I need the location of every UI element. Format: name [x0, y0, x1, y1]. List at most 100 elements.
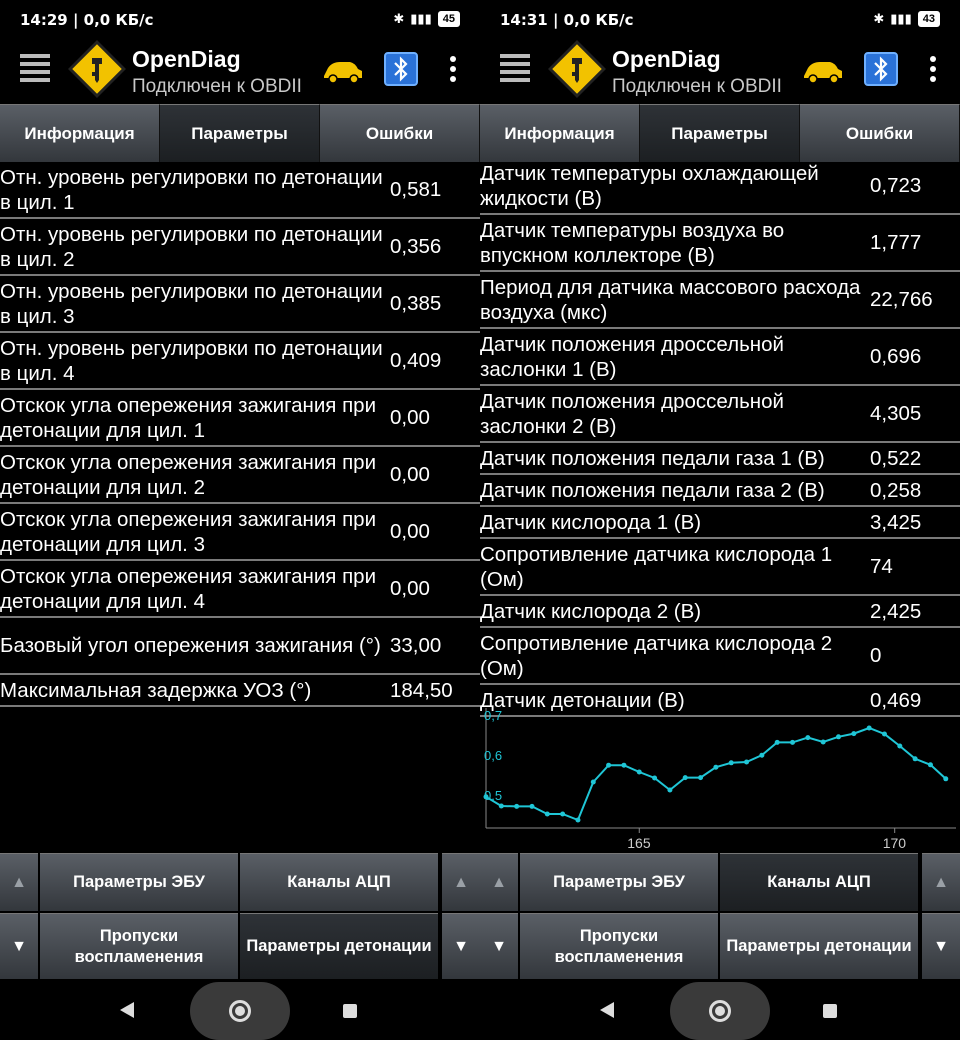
parameter-value: 33,00	[390, 634, 442, 657]
x-tick-label: 170	[883, 835, 907, 851]
connection-status: Подключен к OBDII	[612, 76, 782, 97]
parameter-list: Отн. уровень регулировки по детонации в …	[0, 162, 480, 707]
recent-apps-icon[interactable]	[343, 1004, 357, 1018]
parameter-value: 1,777	[870, 231, 922, 254]
data-point	[790, 739, 796, 745]
parameter-row[interactable]: Датчик положения дроссельной заслонки 1 …	[480, 329, 960, 386]
tab-info[interactable]: Информация	[480, 104, 640, 162]
parameter-value: 0,581	[390, 178, 442, 201]
parameter-row[interactable]: Отскок угла опережения зажигания при дет…	[0, 390, 480, 447]
hamburger-menu-icon[interactable]	[500, 54, 530, 84]
connection-status: Подключен к OBDII	[132, 76, 302, 97]
data-point	[560, 811, 566, 817]
more-options-icon[interactable]	[448, 56, 458, 84]
parameter-list: Датчик температуры охлаждающей жидкости …	[480, 158, 960, 717]
parameter-value: 0,409	[390, 349, 442, 372]
scroll-down-arrow-icon[interactable]: ▼	[0, 913, 38, 979]
home-button[interactable]	[190, 982, 290, 1040]
parameter-row[interactable]: Отн. уровень регулировки по детонации в …	[0, 333, 480, 390]
car-icon[interactable]	[802, 58, 844, 84]
knock-sensor-chart: 0,50,60,7165 170	[483, 708, 956, 851]
opendiag-logo-icon	[548, 40, 606, 98]
bluetooth-icon[interactable]	[864, 52, 898, 86]
parameter-row[interactable]: Датчик температуры воздуха во впускном к…	[480, 215, 960, 272]
adc-channels-button[interactable]: Каналы АЦП	[240, 853, 438, 911]
home-button[interactable]	[670, 982, 770, 1040]
tab-errors[interactable]: Ошибки	[800, 104, 960, 162]
status-time: 14:29 | 0,0 КБ/с	[20, 11, 154, 29]
recent-apps-icon[interactable]	[823, 1004, 837, 1018]
scroll-up-arrow-icon[interactable]: ▲	[922, 853, 960, 911]
data-point	[774, 739, 780, 745]
scroll-up-arrow-icon[interactable]: ▲	[480, 853, 518, 911]
hamburger-menu-icon[interactable]	[20, 54, 50, 84]
adc-channels-button[interactable]: Каналы АЦП	[720, 853, 918, 911]
data-point	[544, 811, 550, 817]
parameter-value: 74	[870, 555, 893, 578]
parameter-name: Датчик температуры охлаждающей жидкости …	[480, 161, 819, 210]
parameter-row[interactable]: Максимальная задержка УОЗ (°) 184,50	[0, 675, 480, 707]
data-point	[866, 725, 872, 731]
misfires-button[interactable]: Пропуски воспламенения	[40, 913, 238, 979]
scroll-up-arrow-icon[interactable]: ▲	[442, 853, 480, 911]
battery-indicator: 43	[917, 11, 940, 27]
parameter-row[interactable]: Датчик положения педали газа 2 (В) 0,258	[480, 475, 960, 507]
parameter-name: Датчик кислорода 2 (В)	[480, 599, 702, 623]
parameter-name: Максимальная задержка УОЗ (°)	[0, 678, 312, 702]
parameter-value: 0,258	[870, 478, 922, 502]
tab-parameters[interactable]: Параметры	[640, 104, 800, 162]
back-icon[interactable]	[600, 1002, 614, 1018]
tab-errors[interactable]: Ошибки	[320, 104, 480, 162]
tab-parameters[interactable]: Параметры	[160, 104, 320, 162]
parameter-value: 0,00	[390, 577, 430, 600]
bluetooth-icon[interactable]	[384, 52, 418, 86]
scroll-down-arrow-icon[interactable]: ▼	[442, 913, 480, 979]
parameter-row[interactable]: Отн. уровень регулировки по детонации в …	[0, 162, 480, 219]
parameter-name: Сопротивление датчика кислорода 1 (Ом)	[480, 542, 833, 591]
data-point	[805, 735, 811, 741]
parameter-row[interactable]: Отн. уровень регулировки по детонации в …	[0, 219, 480, 276]
misfires-button[interactable]: Пропуски воспламенения	[520, 913, 718, 979]
parameter-value: 0,356	[390, 235, 442, 258]
scroll-down-arrow-icon[interactable]: ▼	[922, 913, 960, 979]
parameter-row[interactable]: Отскок угла опережения зажигания при дет…	[0, 447, 480, 504]
app-bar: OpenDiag Подключен к OBDII	[480, 40, 960, 104]
parameter-row[interactable]: Датчик кислорода 2 (В) 2,425	[480, 596, 960, 628]
system-nav-bar	[480, 982, 960, 1040]
parameter-row[interactable]: Датчик температуры охлаждающей жидкости …	[480, 158, 960, 215]
parameter-row[interactable]: Датчик положения дроссельной заслонки 2 …	[480, 386, 960, 443]
parameter-row[interactable]: Сопротивление датчика кислорода 1 (Ом) 74	[480, 539, 960, 596]
data-point	[483, 794, 489, 800]
data-point	[698, 775, 704, 781]
ecu-params-button[interactable]: Параметры ЭБУ	[40, 853, 238, 911]
data-point	[529, 803, 535, 809]
parameter-row[interactable]: Датчик положения педали газа 1 (В) 0,522	[480, 443, 960, 475]
bottom-nav-row-2: ▼ Пропуски воспламенения Параметры детон…	[0, 913, 480, 979]
scroll-up-arrow-icon[interactable]: ▲	[0, 853, 38, 911]
knock-params-button[interactable]: Параметры детонации	[720, 913, 918, 979]
parameter-value: 0,385	[390, 292, 442, 315]
scroll-down-arrow-icon[interactable]: ▼	[480, 913, 518, 979]
parameter-row[interactable]: Сопротивление датчика кислорода 2 (Ом) 0	[480, 628, 960, 685]
more-options-icon[interactable]	[928, 56, 938, 84]
parameter-row[interactable]: Датчик кислорода 1 (В) 3,425	[480, 507, 960, 539]
parameter-row[interactable]: Период для датчика массового расхода воз…	[480, 272, 960, 329]
parameter-value: 184,50	[390, 678, 453, 702]
parameter-name: Отн. уровень регулировки по детонации в …	[0, 279, 383, 328]
parameter-name: Датчик положения дроссельной заслонки 1 …	[480, 332, 784, 381]
parameter-row[interactable]: Отн. уровень регулировки по детонации в …	[0, 276, 480, 333]
parameter-row[interactable]: Отскок угла опережения зажигания при дет…	[0, 504, 480, 561]
data-point	[820, 739, 826, 745]
car-icon[interactable]	[322, 58, 364, 84]
parameter-row[interactable]: Отскок угла опережения зажигания при дет…	[0, 561, 480, 618]
bluetooth-status-icon: ✱	[393, 11, 405, 26]
tab-info[interactable]: Информация	[0, 104, 160, 162]
knock-params-button[interactable]: Параметры детонации	[240, 913, 438, 979]
status-bar: 14:29 | 0,0 КБ/с ✱ ▮▮▮ 45	[0, 0, 480, 40]
parameter-value: 2,425	[870, 599, 922, 623]
x-tick-label: 165	[627, 835, 651, 851]
status-time: 14:31 | 0,0 КБ/с	[500, 11, 634, 29]
back-icon[interactable]	[120, 1002, 134, 1018]
ecu-params-button[interactable]: Параметры ЭБУ	[520, 853, 718, 911]
parameter-row[interactable]: Базовый угол опережения зажигания (°) 33,…	[0, 618, 480, 675]
